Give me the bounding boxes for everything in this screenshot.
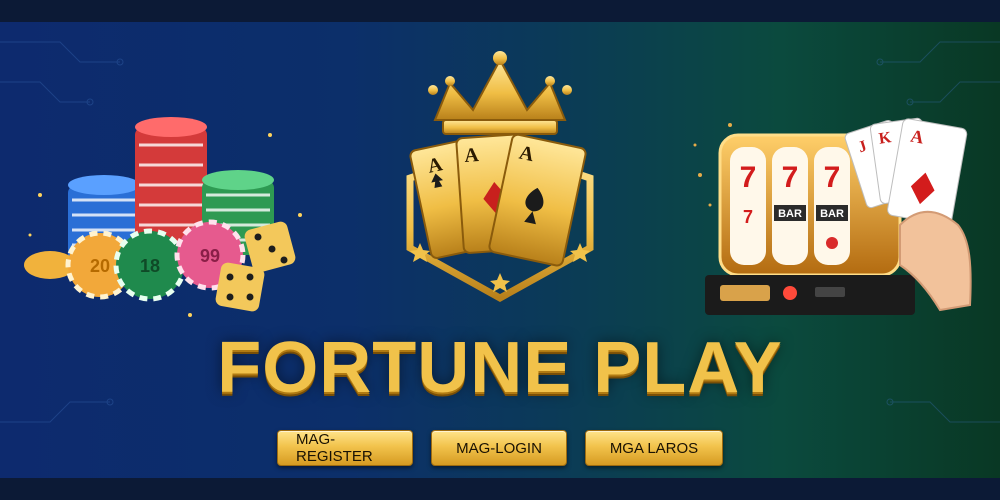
svg-text:7: 7 [824, 161, 841, 194]
slot-reel: 7 7 [730, 147, 766, 265]
banner: 20 18 99 A A A 7 7 7 BAR 7 BAR J K A FOR… [0, 0, 1000, 500]
chip-green: 18 [113, 228, 187, 302]
games-button[interactable]: MGA LAROS [585, 430, 723, 466]
crown-icon [428, 51, 572, 135]
svg-text:7: 7 [743, 207, 753, 227]
register-button[interactable]: MAG-REGISTER [277, 430, 413, 466]
top-bar [0, 0, 1000, 22]
chip-label: 20 [90, 256, 110, 276]
svg-text:BAR: BAR [820, 208, 844, 220]
crown-emblem: A A A [406, 51, 594, 303]
action-buttons: MAG-REGISTER MAG-LOGIN MGA LAROS [0, 430, 1000, 466]
slot-reel: 7 BAR [772, 147, 808, 265]
slot-machine-illustration: 7 7 7 BAR 7 BAR J K A [693, 117, 972, 315]
bottom-bar [0, 478, 1000, 500]
svg-text:7: 7 [740, 161, 757, 194]
svg-text:BAR: BAR [778, 208, 802, 220]
svg-text:7: 7 [782, 161, 799, 194]
brand-title: FORTUNE PLAY [217, 328, 783, 408]
login-button[interactable]: MAG-LOGIN [431, 430, 567, 466]
chip-label: 18 [140, 256, 160, 276]
casino-chips-illustration: 20 18 99 [24, 117, 302, 317]
chip-label: 99 [200, 246, 220, 266]
slot-reel: 7 BAR [814, 147, 850, 265]
svg-text:A: A [464, 144, 480, 167]
